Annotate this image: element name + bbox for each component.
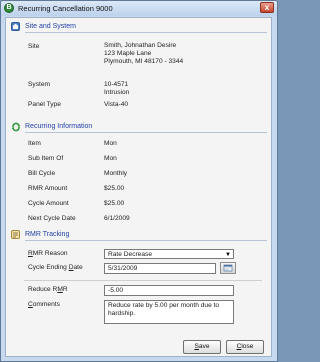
- divider: [25, 132, 267, 133]
- section-title: Site and System: [25, 23, 76, 30]
- rmr-tracking-header: RMR Tracking: [11, 230, 267, 241]
- calendar-icon: [223, 264, 233, 272]
- site-system-header: Site and System: [11, 22, 267, 33]
- sub-item-of-value: Mon: [104, 155, 117, 162]
- rmr-reason-select[interactable]: Rate Decrease ▼: [104, 249, 234, 259]
- section-title: RMR Tracking: [25, 231, 70, 238]
- window-close-button[interactable]: x: [260, 2, 274, 13]
- panel-type-value: Vista-40: [104, 101, 129, 108]
- rmr-reason-label: RMR Reason: [28, 250, 68, 257]
- comments-label: Comments: [28, 301, 60, 308]
- next-cycle-date-label: Next Cycle Date: [28, 215, 76, 222]
- chevron-down-icon[interactable]: ▼: [225, 252, 231, 258]
- save-button[interactable]: Save: [183, 340, 221, 354]
- cycle-ending-date-input[interactable]: 5/31/2009: [104, 263, 216, 274]
- bill-cycle-label: Bill Cycle: [28, 170, 56, 177]
- cycle-amount-label: Cycle Amount: [28, 200, 69, 207]
- window-title: Recurring Cancellation 9000: [18, 4, 113, 13]
- section-title: Recurring Information: [25, 123, 93, 130]
- reduce-rmr-input[interactable]: -5.00: [104, 285, 234, 296]
- dialog-body: Site and System Site Smith, Johnathan De…: [5, 17, 272, 357]
- divider: [25, 32, 267, 33]
- system-label: System: [28, 81, 50, 88]
- close-button[interactable]: Close: [226, 340, 264, 354]
- system-type: Intrusion: [104, 89, 130, 96]
- sub-item-of-label: Sub Item Of: [28, 155, 64, 162]
- comments-textarea[interactable]: Reduce rate by 5.00 per month due to har…: [104, 300, 234, 324]
- rmr-tracking-icon: [11, 230, 20, 239]
- app-logo-icon: B: [4, 3, 14, 13]
- site-address-line2: Plymouth, MI 48170 - 3344: [104, 58, 184, 65]
- site-label: Site: [28, 43, 40, 50]
- rmr-reason-selected: Rate Decrease: [108, 251, 152, 258]
- site-icon: [11, 22, 20, 31]
- item-value: Mon: [104, 140, 117, 147]
- reduce-rmr-label: Reduce RMR: [28, 286, 68, 293]
- title-bar[interactable]: B Recurring Cancellation 9000 x: [1, 1, 277, 16]
- cycle-ending-date-label: Cycle Ending Date: [28, 264, 83, 271]
- next-cycle-date-value: 6/1/2009: [104, 215, 130, 222]
- recurring-icon: [11, 122, 21, 132]
- rmr-amount-label: RMR Amount: [28, 185, 68, 192]
- calendar-picker-button[interactable]: [220, 262, 236, 274]
- cycle-amount-value: $25.00: [104, 200, 125, 207]
- section-divider: [24, 280, 262, 281]
- item-label: Item: [28, 140, 41, 147]
- panel-type-label: Panel Type: [28, 101, 61, 108]
- recurring-info-header: Recurring Information: [11, 122, 267, 133]
- rmr-amount-value: $25.00: [104, 185, 125, 192]
- bill-cycle-value: Monthly: [104, 170, 128, 177]
- divider: [25, 240, 267, 241]
- recurring-cancellation-window: B Recurring Cancellation 9000 x Site and…: [0, 0, 278, 362]
